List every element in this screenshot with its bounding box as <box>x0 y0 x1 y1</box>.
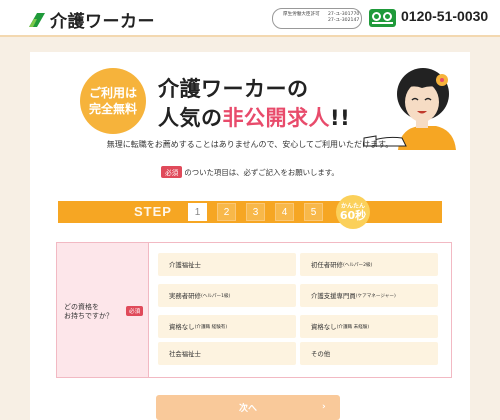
free-badge: ご利用は 完全無料 <box>80 68 146 134</box>
option-sublabel: (ケアマネージャー) <box>355 293 396 299</box>
step-progress-bar: STEP 1 2 3 4 5 <box>58 201 442 223</box>
question-label-cell: どの資格を お持ちですか？ 必須 <box>57 243 149 377</box>
license-info: 厚生労働大臣許可 27-ユ-301770 27-ユ-302147 <box>272 8 362 29</box>
required-note: 必須 のついた項目は、必ずご記入をお願いします。 <box>0 166 500 178</box>
option-no-license-experienced[interactable]: 資格なし (介護職 経験有) <box>158 315 296 338</box>
option-no-license-inexperienced[interactable]: 資格なし (介護職 未経験) <box>300 315 438 338</box>
headline-highlight: 非公開求人 <box>222 106 330 130</box>
option-label: 初任者研修 <box>311 261 343 269</box>
option-shakai-fukushishi[interactable]: 社会福祉士 <box>158 342 296 365</box>
question-label-line1: どの資格を <box>64 303 99 311</box>
option-kaigo-fukushishi[interactable]: 介護福祉士 <box>158 253 296 276</box>
headline-line1: 介護ワーカーの <box>158 77 309 101</box>
headline-suffix: !! <box>330 106 351 130</box>
headline-line2: 人気の非公開求人!! <box>158 102 350 132</box>
question-label: どの資格を お持ちですか？ <box>64 303 113 321</box>
required-note-text: のついた項目は、必ずご記入をお願いします。 <box>184 168 339 177</box>
step-2: 2 <box>217 203 236 221</box>
site-logo[interactable]: 介護ワーカー <box>28 7 155 32</box>
easy-60sec-badge: かんたん 60秒 <box>336 195 370 229</box>
badge-line2: 完全無料 <box>88 102 137 116</box>
option-label: 資格なし <box>311 323 337 331</box>
question-required-tag: 必須 <box>126 306 144 316</box>
question-label-line2: お持ちですか？ <box>64 312 113 320</box>
step-4: 4 <box>275 203 294 221</box>
option-sublabel: (ヘルパー2級) <box>342 262 373 268</box>
phone-number[interactable]: 0120-51-0030 <box>401 8 488 24</box>
mascot-illustration <box>363 68 456 150</box>
option-shoninsha-kenshu[interactable]: 初任者研修 (ヘルパー2級) <box>300 253 438 276</box>
headline-prefix: 人気の <box>158 106 223 130</box>
easy-badge-line2: 60秒 <box>339 208 367 222</box>
option-label: 介護支援専門員 <box>311 292 356 300</box>
option-sublabel: (ヘルパー1級) <box>200 293 231 299</box>
option-other[interactable]: その他 <box>300 342 438 365</box>
next-arrow-icon: › <box>322 402 326 412</box>
option-label: 実務者研修 <box>169 292 201 300</box>
step-5: 5 <box>304 203 323 221</box>
option-label: 介護福祉士 <box>169 261 201 269</box>
option-label: 社会福祉士 <box>169 350 201 358</box>
hero-subtext: 無理に転職をお薦めすることはありませんので、安心してご利用いただけます。 <box>106 140 394 149</box>
step-3: 3 <box>246 203 265 221</box>
license-number: 27-ユ-302147 <box>328 18 360 23</box>
option-care-manager[interactable]: 介護支援専門員 (ケアマネージャー) <box>300 284 438 307</box>
option-sublabel: (介護職 未経験) <box>336 324 370 330</box>
freedial-icon <box>369 9 396 27</box>
option-label: 資格なし <box>169 323 195 331</box>
step-1: 1 <box>188 203 207 221</box>
option-label: その他 <box>311 350 331 358</box>
badge-line1: ご利用は <box>88 86 137 100</box>
option-jitsumusha-kenshu[interactable]: 実務者研修 (ヘルパー1級) <box>158 284 296 307</box>
step-title: STEP <box>134 204 172 219</box>
required-tag: 必須 <box>161 166 183 178</box>
leaf-logo-icon <box>29 12 45 27</box>
license-label <box>283 18 328 24</box>
next-button[interactable]: 次へ <box>156 395 340 420</box>
site-header: 介護ワーカー 厚生労働大臣許可 27-ユ-301770 27-ユ-302147 … <box>0 0 500 37</box>
option-sublabel: (介護職 経験有) <box>194 324 228 330</box>
logo-text: 介護ワーカー <box>50 12 155 32</box>
